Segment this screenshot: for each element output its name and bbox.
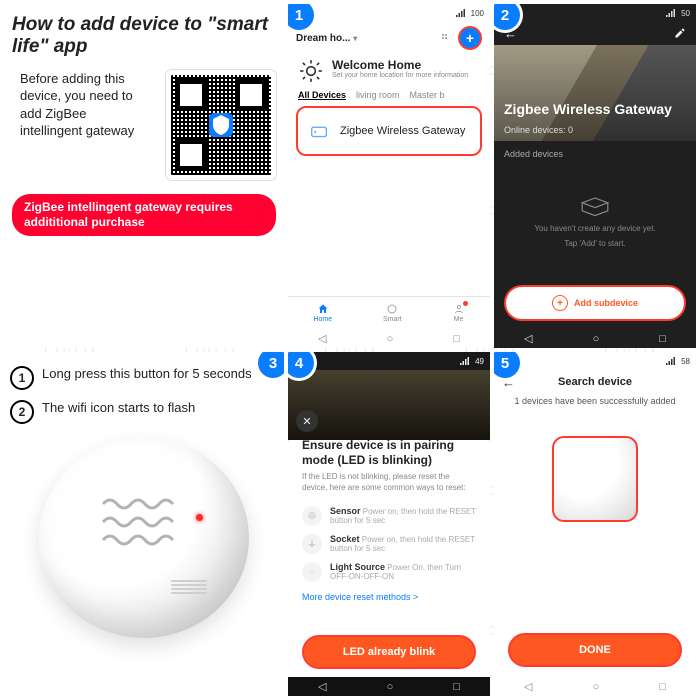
person-icon (453, 303, 465, 315)
nav-home[interactable]: Home (313, 303, 332, 323)
qr-code (166, 70, 276, 180)
signal-icon (455, 7, 467, 19)
success-message: 1 devices have been successfully added (494, 394, 696, 414)
page-title: How to add device to "smart life" app (12, 14, 276, 58)
signal-icon (665, 355, 677, 367)
gateway-hero-image: Zigbee Wireless Gateway Online devices: … (494, 45, 696, 141)
home-nav-icon[interactable]: ○ (387, 333, 394, 345)
status-bar: 100 (288, 4, 490, 22)
step-number-2: 2 (10, 400, 34, 424)
pairing-heading: Ensure device is in pairing mode (LED is… (302, 438, 476, 468)
status-led-icon (196, 514, 203, 521)
edit-icon[interactable] (674, 27, 686, 41)
plus-icon: + (552, 295, 568, 311)
reset-option-light: ◌ Light Source Power On, then Turn OFF-O… (302, 562, 476, 582)
signal-icon (459, 355, 471, 367)
sensor-icon: ◎ (302, 506, 322, 526)
screenshot-step-5: 5 58 ← Search device 1 devices have been… (494, 352, 696, 696)
welcome-sub: Set your home location for more informat… (332, 72, 468, 79)
android-nav: ◁ ○ □ (288, 329, 490, 348)
more-reset-link[interactable]: More device reset methods > (302, 592, 476, 602)
purchase-warning-badge: ZigBee intellingent gateway requires add… (12, 194, 276, 236)
step-number-1: 1 (10, 366, 34, 390)
intro-text: Before adding this device, you need to a… (20, 70, 150, 140)
found-device-thumb[interactable] (552, 436, 638, 522)
home-icon (317, 303, 329, 315)
status-bar: 58 (494, 352, 696, 370)
intro-panel: How to add device to "smart life" app Be… (4, 4, 284, 348)
pairing-desc: If the LED is not blinking, please reset… (302, 472, 476, 494)
add-device-button[interactable]: + (458, 26, 482, 50)
led-blink-button[interactable]: LED already blink (302, 635, 476, 669)
speaker-vents (171, 580, 207, 594)
screenshot-step-2: 2 11:00 50 ← Zigbee Wireless Gateway Onl… (494, 4, 696, 348)
added-devices-label: Added devices (494, 141, 696, 163)
done-button[interactable]: DONE (508, 633, 682, 667)
qr-logo-icon (209, 113, 233, 137)
back-nav-icon[interactable]: ◁ (318, 332, 326, 345)
signal-icon (665, 7, 677, 19)
device-card-label: Zigbee Wireless Gateway (340, 125, 465, 137)
status-bar: 49 (288, 352, 490, 370)
smart-icon (386, 303, 398, 315)
status-bar: 11:00 50 (494, 4, 696, 22)
tab-living-room[interactable]: living room (356, 90, 400, 100)
reset-option-socket: ⏚ Socket Power on, then hold the RESET b… (302, 534, 476, 554)
screenshot-step-1: 1 100 Dream ho... ▾ + Welcome Home Set y… (288, 4, 490, 348)
welcome-title: Welcome Home (332, 58, 468, 72)
screenshot-step-4: 4 49 ✕ Ensure device is in pairing mode … (288, 352, 490, 696)
nav-smart[interactable]: Smart (383, 303, 402, 323)
search-title: Search device (558, 376, 632, 388)
android-nav: ◁○□ (494, 329, 696, 348)
online-count: Online devices: 0 (504, 125, 573, 135)
view-toggle-icon[interactable] (440, 32, 452, 44)
physical-instructions: 1Long press this button for 5 seconds 2T… (10, 366, 278, 424)
device-photo (39, 438, 249, 638)
tab-all-devices[interactable]: All Devices (298, 90, 346, 100)
modal-backdrop: ✕ (288, 370, 490, 440)
bottom-nav: Home Smart Me (288, 296, 490, 329)
android-nav: ◁○□ (494, 677, 696, 696)
empty-state: You haven't create any device yet. Tap '… (494, 163, 696, 279)
recent-nav-icon[interactable]: □ (453, 333, 460, 345)
nav-me[interactable]: Me (453, 303, 465, 323)
light-icon: ◌ (302, 562, 322, 582)
android-nav: ◁○□ (288, 677, 490, 696)
tab-master-b[interactable]: Master b (410, 90, 445, 100)
vibration-icon (98, 494, 188, 554)
gateway-title: Zigbee Wireless Gateway (504, 101, 672, 117)
gateway-icon (308, 120, 330, 142)
device-card-gateway[interactable]: Zigbee Wireless Gateway (296, 106, 482, 156)
add-subdevice-button[interactable]: + Add subdevice (504, 285, 686, 321)
weather-icon (298, 58, 324, 84)
empty-box-icon (579, 194, 611, 218)
device-panel: 3 1Long press this button for 5 seconds … (4, 352, 284, 696)
room-tabs[interactable]: All Devices living room Master b (288, 90, 490, 100)
socket-icon: ⏚ (302, 534, 322, 554)
reset-option-sensor: ◎ Sensor Power on, then hold the RESET b… (302, 506, 476, 526)
location-dropdown[interactable]: Dream ho... ▾ (296, 33, 357, 44)
close-button[interactable]: ✕ (296, 410, 318, 432)
